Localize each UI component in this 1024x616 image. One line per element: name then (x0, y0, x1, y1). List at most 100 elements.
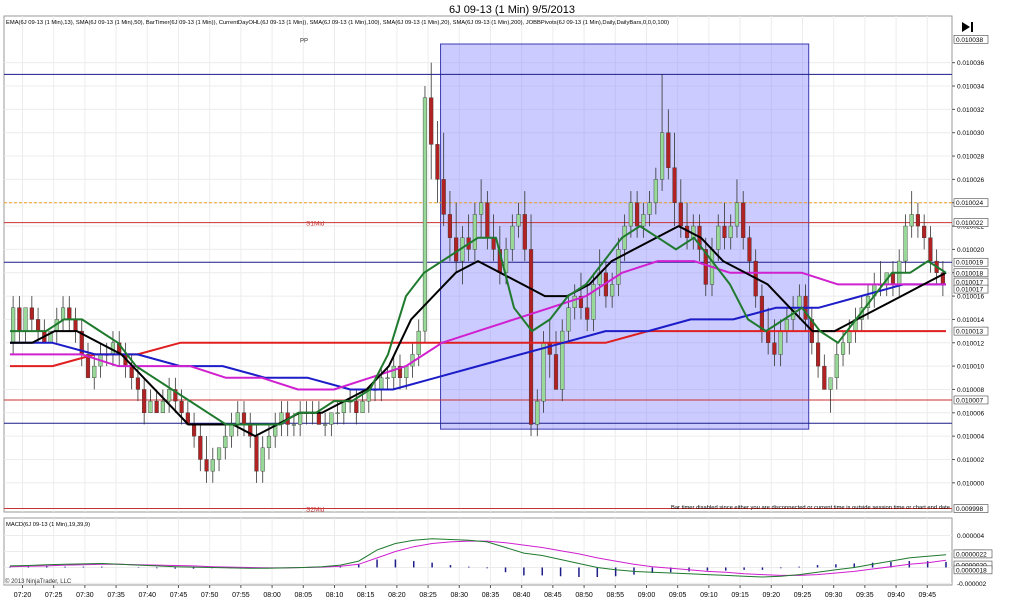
candle[interactable] (429, 97, 434, 145)
candle[interactable] (29, 307, 34, 320)
candle[interactable] (766, 330, 771, 343)
candle[interactable] (741, 202, 746, 238)
candle[interactable] (223, 435, 228, 449)
candle[interactable] (254, 435, 259, 472)
candle[interactable] (747, 237, 752, 262)
candle[interactable] (572, 295, 577, 308)
candle[interactable] (229, 424, 234, 437)
candle[interactable] (915, 214, 920, 227)
candle[interactable] (522, 214, 527, 250)
candle[interactable] (641, 214, 646, 227)
candle[interactable] (797, 295, 802, 308)
candle[interactable] (291, 424, 296, 426)
candle[interactable] (778, 330, 783, 355)
candle[interactable] (11, 307, 16, 343)
candle[interactable] (17, 307, 22, 332)
candle[interactable] (722, 225, 727, 238)
candle[interactable] (784, 319, 789, 332)
candle[interactable] (628, 202, 633, 227)
skip-to-end-icon[interactable] (962, 22, 970, 32)
candle[interactable] (535, 400, 540, 425)
candle[interactable] (154, 400, 159, 414)
candle[interactable] (491, 237, 496, 250)
candle[interactable] (36, 319, 41, 332)
candle[interactable] (92, 365, 97, 378)
candle[interactable] (472, 214, 477, 250)
candle[interactable] (216, 447, 222, 460)
candle[interactable] (210, 459, 215, 472)
candle[interactable] (734, 202, 740, 227)
candle[interactable] (447, 214, 452, 238)
candle[interactable] (922, 225, 927, 238)
candle[interactable] (822, 365, 827, 390)
candle[interactable] (329, 412, 334, 425)
candle[interactable] (441, 179, 446, 215)
candle[interactable] (566, 307, 571, 332)
candle[interactable] (391, 365, 396, 378)
candle[interactable] (354, 400, 359, 414)
candle[interactable] (142, 389, 147, 414)
candle[interactable] (553, 354, 559, 390)
candle[interactable] (728, 225, 733, 238)
candle[interactable] (60, 307, 66, 320)
candle[interactable] (204, 459, 209, 472)
candle[interactable] (909, 214, 914, 227)
candle[interactable] (192, 424, 197, 437)
candle[interactable] (585, 307, 590, 320)
candle[interactable] (298, 412, 303, 425)
candle[interactable] (135, 377, 140, 390)
candle[interactable] (479, 202, 484, 215)
candle[interactable] (666, 132, 671, 168)
candle[interactable] (678, 202, 683, 227)
candle[interactable] (691, 225, 696, 238)
candle[interactable] (379, 377, 384, 390)
candle[interactable] (160, 400, 165, 414)
candle[interactable] (660, 132, 665, 180)
candle[interactable] (759, 295, 764, 332)
candle[interactable] (241, 412, 247, 425)
candle[interactable] (73, 319, 78, 332)
candle[interactable] (23, 307, 28, 332)
candle[interactable] (360, 400, 365, 414)
candle[interactable] (528, 249, 534, 425)
candle[interactable] (903, 225, 908, 262)
candle[interactable] (485, 202, 490, 238)
candle[interactable] (85, 354, 91, 378)
candle[interactable] (260, 447, 265, 472)
candle[interactable] (235, 412, 240, 425)
candle[interactable] (616, 249, 621, 285)
candle[interactable] (316, 412, 321, 425)
candle[interactable] (772, 342, 777, 355)
candle[interactable] (510, 225, 515, 250)
candle[interactable] (672, 167, 677, 203)
candle[interactable] (422, 97, 428, 332)
candle[interactable] (716, 225, 721, 250)
candle[interactable] (516, 214, 521, 227)
candle[interactable] (179, 400, 184, 414)
candle[interactable] (653, 179, 658, 203)
candle[interactable] (610, 284, 615, 297)
candle[interactable] (847, 330, 852, 343)
candle[interactable] (167, 389, 172, 402)
candle[interactable] (435, 144, 440, 180)
candle[interactable] (840, 342, 846, 355)
candle[interactable] (148, 400, 153, 414)
candle[interactable] (323, 424, 328, 426)
candle[interactable] (541, 342, 546, 402)
candle[interactable] (335, 412, 340, 414)
candle[interactable] (828, 377, 833, 390)
candle[interactable] (385, 377, 390, 379)
candle[interactable] (560, 330, 565, 390)
candle[interactable] (547, 342, 552, 355)
candle[interactable] (67, 307, 72, 320)
candle[interactable] (635, 202, 640, 227)
candle[interactable] (198, 435, 203, 460)
candle[interactable] (266, 435, 272, 449)
candle[interactable] (816, 342, 821, 367)
candle[interactable] (928, 237, 933, 262)
candle[interactable] (647, 202, 652, 215)
candle[interactable] (404, 365, 409, 378)
candle[interactable] (454, 237, 459, 262)
candle[interactable] (834, 354, 839, 378)
price-chart-canvas[interactable]: 07:20 07:25 07:30 07:35 07:40 07:45 07:50 07:55… (0, 0, 1024, 616)
